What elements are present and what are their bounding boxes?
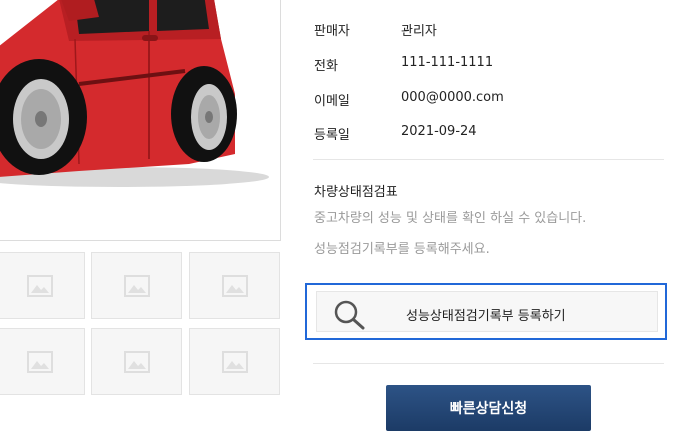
thumbnail[interactable] — [0, 328, 85, 395]
register-inspection-label: 성능상태점검기록부 등록하기 — [406, 309, 566, 324]
inspection-description: 중고차량의 성능 및 상태를 확인 하실 수 있습니다. — [314, 211, 587, 226]
quick-consult-button[interactable]: 빠른상담신청 — [386, 385, 591, 431]
car-image — [0, 0, 269, 187]
registered-date-value: 2021-09-24 — [401, 124, 477, 139]
main-car-photo[interactable] — [0, 0, 281, 241]
image-placeholder-icon — [26, 350, 53, 373]
registered-date-label: 등록일 — [314, 128, 350, 143]
image-placeholder-icon — [221, 350, 248, 373]
phone-value: 111-111-1111 — [401, 55, 494, 70]
inspection-instruction: 성능점검기록부를 등록해주세요. — [314, 242, 490, 257]
seller-label: 판매자 — [314, 24, 350, 39]
thumbnail[interactable] — [91, 252, 182, 319]
register-inspection-button[interactable]: 성능상태점검기록부 등록하기 — [305, 283, 667, 340]
thumbnail[interactable] — [189, 328, 280, 395]
thumbnail[interactable] — [91, 328, 182, 395]
email-label: 이메일 — [314, 94, 350, 109]
thumbnail[interactable] — [0, 252, 85, 319]
register-inspection-button-inner: 성능상태점검기록부 등록하기 — [316, 291, 658, 332]
email-value: 000@0000.com — [401, 90, 504, 105]
image-placeholder-icon — [123, 350, 150, 373]
magnifier-icon — [334, 300, 365, 330]
seller-value: 관리자 — [401, 24, 437, 39]
inspection-title: 차량상태점검표 — [314, 185, 398, 200]
phone-label: 전화 — [314, 59, 338, 74]
image-placeholder-icon — [221, 274, 248, 297]
image-placeholder-icon — [123, 274, 150, 297]
divider — [313, 159, 664, 160]
image-placeholder-icon — [26, 274, 53, 297]
thumbnail[interactable] — [189, 252, 280, 319]
divider — [313, 363, 664, 364]
